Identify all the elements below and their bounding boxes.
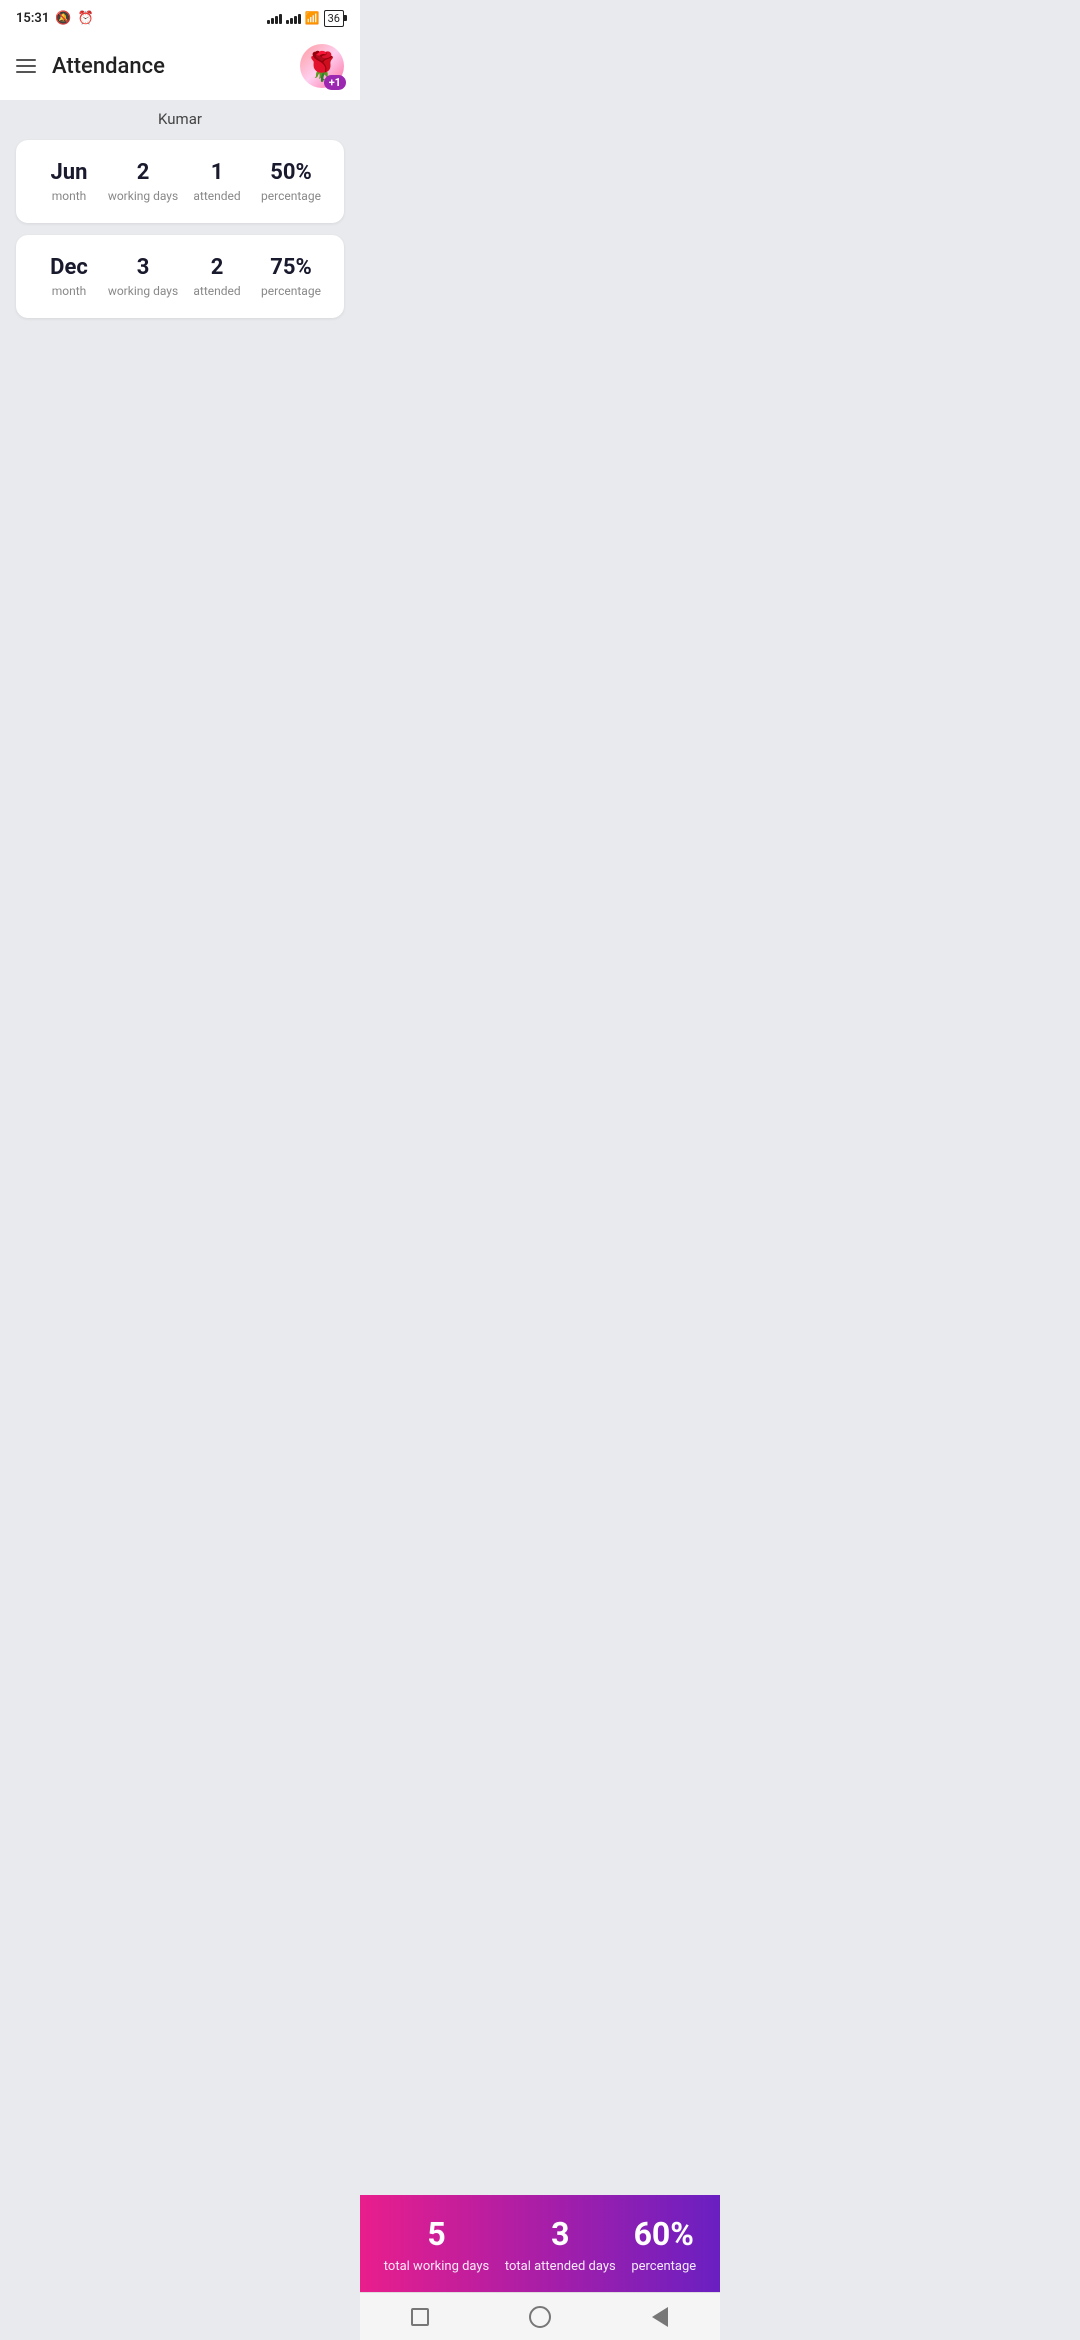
battery-icon: 36 — [324, 10, 344, 27]
avatar-badge: +1 — [324, 75, 346, 90]
stat-value-month-jun: Jun — [51, 160, 88, 185]
signal-icon-2 — [286, 12, 301, 24]
back-icon — [652, 2307, 668, 2327]
summary-value-attended: 3 — [551, 2215, 569, 2253]
summary-value-pct: 60% — [634, 2215, 694, 2253]
card-stats-dec: Dec month 3 working days 2 attended 75% … — [32, 255, 328, 298]
stat-month-jun: Jun month — [32, 160, 106, 203]
nav-back-button[interactable] — [640, 2297, 680, 2337]
summary-working-days: 5 total working days — [384, 2215, 489, 2274]
stat-label-working-dec: working days — [108, 284, 178, 298]
status-right: 📶 36 — [267, 10, 344, 27]
username-label: Kumar — [0, 100, 360, 136]
footer-summary: 5 total working days 3 total attended da… — [360, 2195, 720, 2292]
hamburger-menu-icon[interactable] — [16, 59, 36, 73]
stat-value-working-dec: 3 — [137, 255, 150, 280]
stat-percentage-jun: 50% percentage — [254, 160, 328, 203]
header-left: Attendance — [16, 54, 165, 79]
stat-label-month-jun: month — [52, 189, 87, 203]
stat-label-attended-dec: attended — [193, 284, 240, 298]
status-time: 15:31 — [16, 11, 49, 26]
summary-label-pct: percentage — [631, 2259, 696, 2274]
mute-icon: 🔕 — [55, 11, 71, 26]
stat-attended-dec: 2 attended — [180, 255, 254, 298]
stat-value-attended-dec: 2 — [211, 255, 224, 280]
stat-value-working-jun: 2 — [137, 160, 150, 185]
nav-bar — [360, 2292, 720, 2340]
stat-percentage-dec: 75% percentage — [254, 255, 328, 298]
stat-value-pct-jun: 50% — [270, 160, 312, 185]
alarm-icon: ⏰ — [77, 11, 93, 26]
stat-label-attended-jun: attended — [193, 189, 240, 203]
stat-month-dec: Dec month — [32, 255, 106, 298]
status-bar: 15:31 🔕 ⏰ 📶 36 — [0, 0, 360, 32]
card-stats-jun: Jun month 2 working days 1 attended 50% … — [32, 160, 328, 203]
summary-value-working: 5 — [427, 2215, 445, 2253]
summary-percentage: 60% percentage — [631, 2215, 696, 2274]
signal-icon — [267, 12, 282, 24]
stat-label-working-jun: working days — [108, 189, 178, 203]
stat-working-days-jun: 2 working days — [106, 160, 180, 203]
stat-label-pct-jun: percentage — [261, 189, 321, 203]
stat-label-pct-dec: percentage — [261, 284, 321, 298]
page-title: Attendance — [52, 54, 165, 79]
attendance-card-jun: Jun month 2 working days 1 attended 50% … — [16, 140, 344, 223]
header: Attendance 🌹 +1 — [0, 32, 360, 100]
stat-value-pct-dec: 75% — [270, 255, 312, 280]
summary-label-attended: total attended days — [505, 2259, 616, 2274]
stat-value-attended-jun: 1 — [211, 160, 224, 185]
home-icon — [529, 2306, 551, 2328]
stat-value-month-dec: Dec — [50, 255, 88, 280]
cards-container: Jun month 2 working days 1 attended 50% … — [0, 136, 360, 322]
stat-attended-jun: 1 attended — [180, 160, 254, 203]
wifi-icon: 📶 — [305, 11, 320, 25]
stat-working-days-dec: 3 working days — [106, 255, 180, 298]
summary-label-working: total working days — [384, 2259, 489, 2274]
nav-home-button[interactable] — [520, 2297, 560, 2337]
stat-label-month-dec: month — [52, 284, 87, 298]
summary-attended-days: 3 total attended days — [505, 2215, 616, 2274]
attendance-card-dec: Dec month 3 working days 2 attended 75% … — [16, 235, 344, 318]
avatar-container[interactable]: 🌹 +1 — [300, 44, 344, 88]
nav-recents-button[interactable] — [400, 2297, 440, 2337]
recents-icon — [411, 2308, 429, 2326]
status-left: 15:31 🔕 ⏰ — [16, 11, 94, 26]
